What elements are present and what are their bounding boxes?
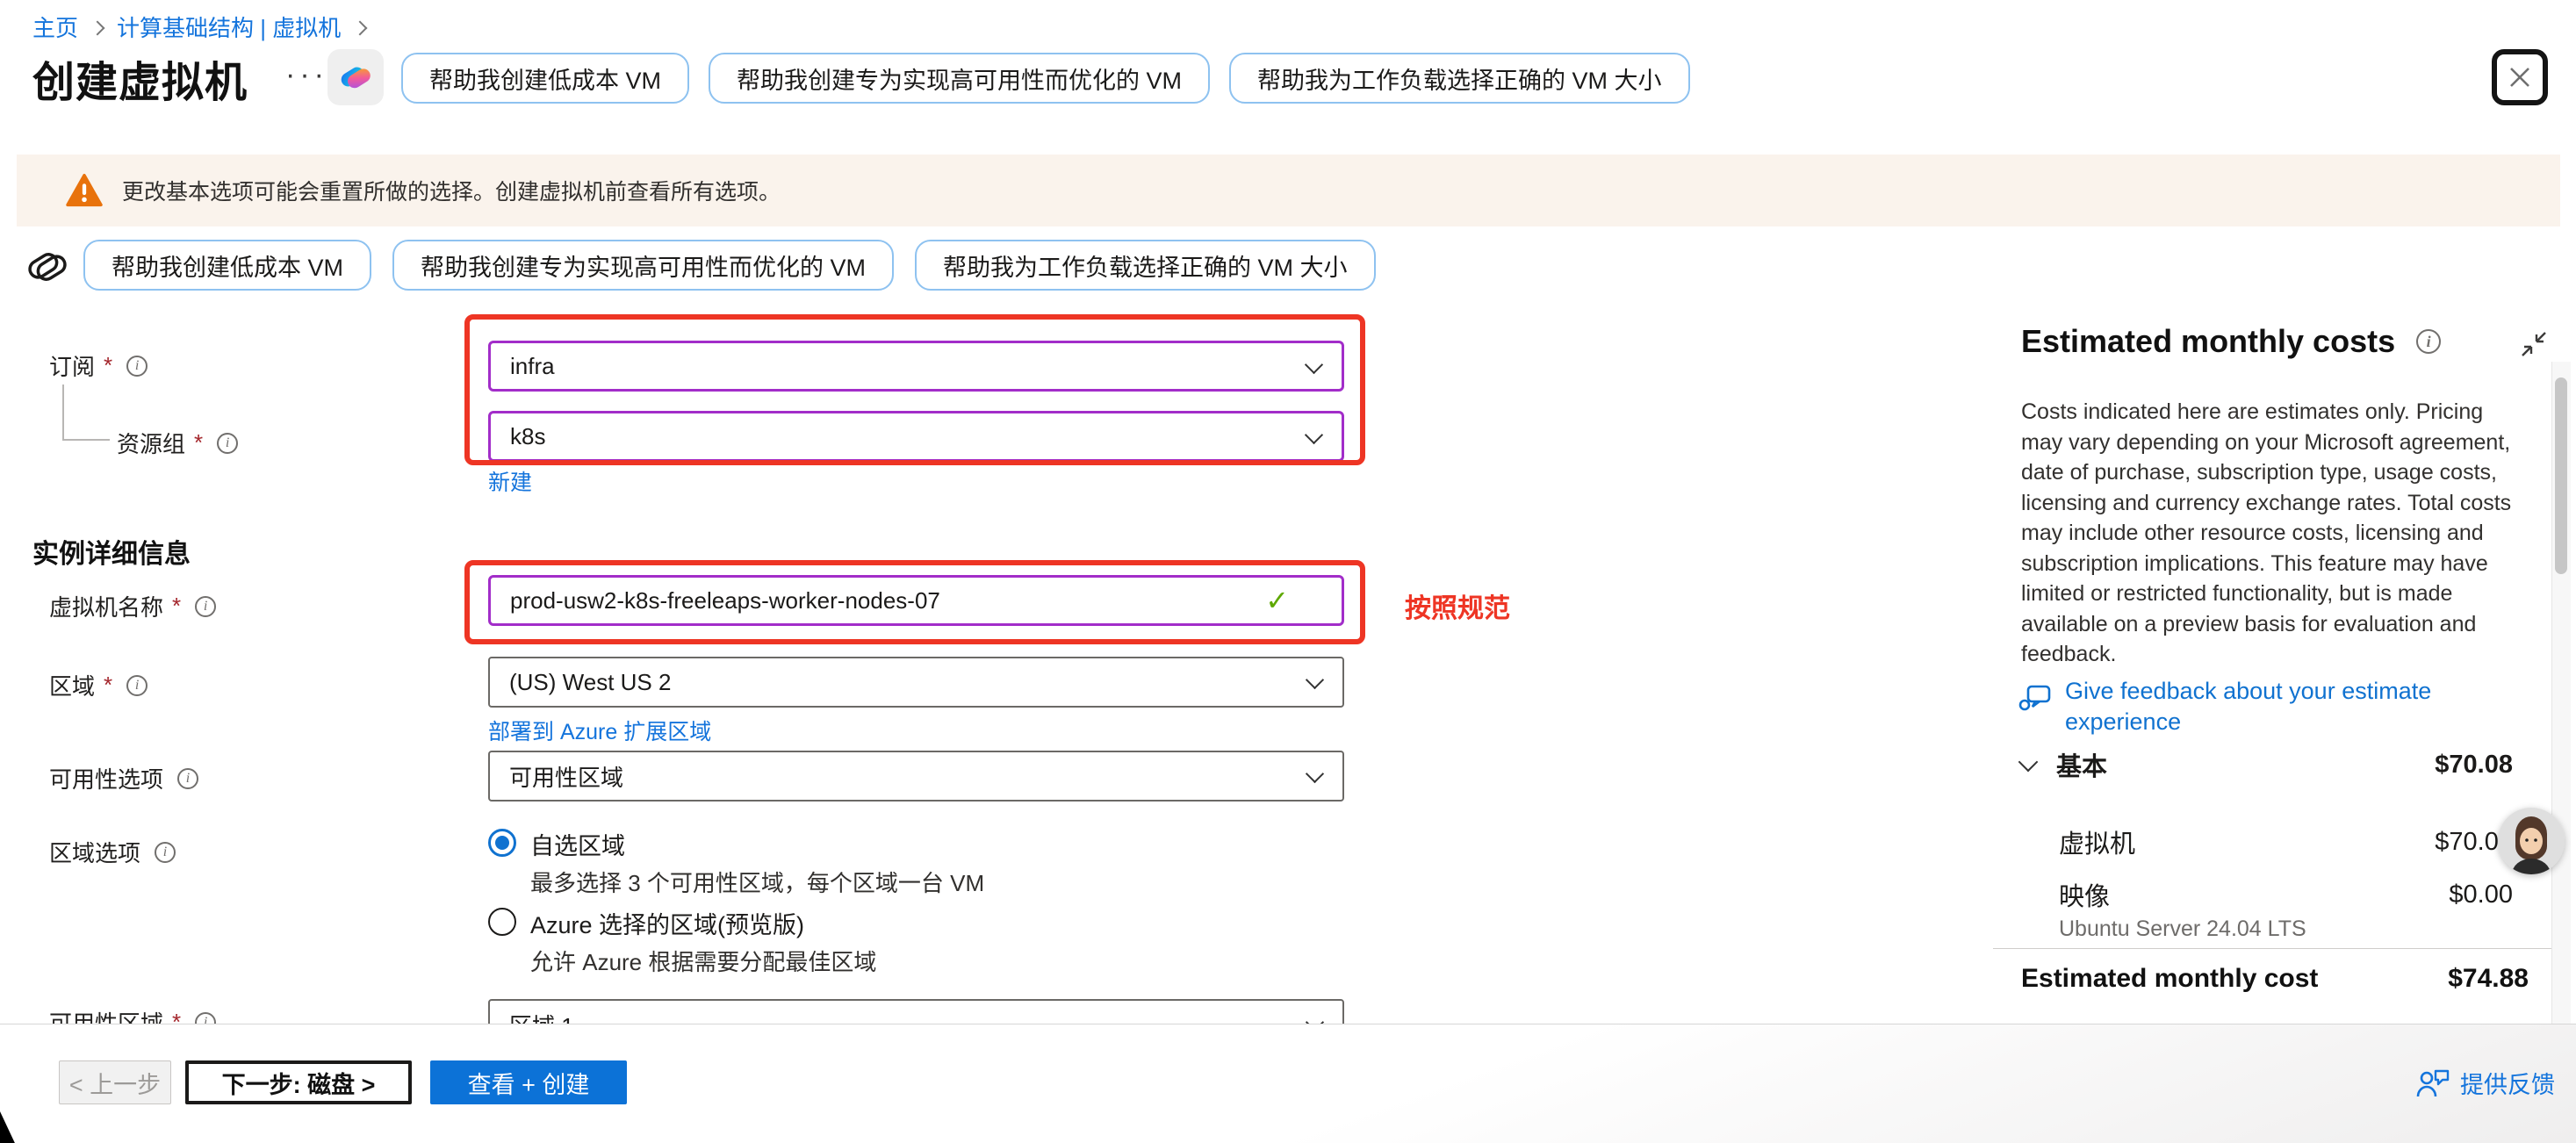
subscription-value: infra bbox=[510, 353, 555, 380]
divider bbox=[1993, 948, 2553, 949]
chevron-down-icon bbox=[1305, 426, 1323, 444]
required-mark: * bbox=[104, 672, 112, 699]
subscription-label: 订阅 * i bbox=[49, 349, 148, 382]
warning-banner: 更改基本选项可能会重置所做的选择。创建虚拟机前查看所有选项。 bbox=[17, 155, 2560, 226]
feedback-bubbles-icon bbox=[2018, 681, 2053, 716]
cost-item-value: $0.00 bbox=[2449, 881, 2513, 909]
region-value: (US) West US 2 bbox=[509, 669, 671, 696]
chevron-down-icon bbox=[1305, 356, 1323, 374]
breadcrumb-virtual-machines[interactable]: 计算基础结构 | 虚拟机 bbox=[117, 11, 341, 43]
total-label: Estimated monthly cost bbox=[2021, 964, 2318, 994]
vm-name-label: 虚拟机名称 * i bbox=[49, 590, 216, 622]
resource-group-label: 资源组 * i bbox=[117, 427, 238, 459]
collapse-panel-icon[interactable] bbox=[2518, 328, 2550, 360]
give-feedback-link[interactable]: 提供反馈 bbox=[2416, 1066, 2555, 1100]
suggest-right-vm-size-button[interactable]: 帮助我为工作负载选择正确的 VM 大小 bbox=[1229, 53, 1690, 104]
warning-text: 更改基本选项可能会重置所做的选择。创建虚拟机前查看所有选项。 bbox=[122, 175, 781, 206]
cost-group-value: $70.08 bbox=[2435, 751, 2513, 780]
suggest-high-availability-vm-button[interactable]: 帮助我创建专为实现高可用性而优化的 VM bbox=[709, 53, 1210, 104]
info-icon[interactable]: i bbox=[155, 842, 176, 863]
close-button[interactable] bbox=[2492, 49, 2548, 105]
instance-details-heading: 实例详细信息 bbox=[32, 532, 191, 571]
avatar-face bbox=[2498, 808, 2565, 874]
copilot-icon bbox=[336, 58, 375, 97]
estimate-feedback-link[interactable]: Give feedback about your estimate experi… bbox=[2018, 676, 2492, 737]
radio-azure-selected-zones-desc: 允许 Azure 根据需要分配最佳区域 bbox=[530, 945, 876, 977]
create-new-resource-group-link[interactable]: 新建 bbox=[488, 465, 532, 497]
header-copilot-suggestions: 帮助我创建低成本 VM 帮助我创建专为实现高可用性而优化的 VM 帮助我为工作负… bbox=[401, 53, 1690, 104]
resource-group-dropdown[interactable]: k8s bbox=[488, 411, 1344, 462]
tree-connector bbox=[62, 385, 64, 441]
annotation-note: 按照规范 bbox=[1405, 586, 1510, 625]
info-icon[interactable]: i bbox=[126, 675, 148, 696]
copilot-button[interactable] bbox=[327, 49, 384, 105]
suggest-right-vm-size-button-2[interactable]: 帮助我为工作负载选择正确的 VM 大小 bbox=[915, 240, 1376, 291]
deploy-extended-zone-link[interactable]: 部署到 Azure 扩展区域 bbox=[488, 715, 711, 746]
required-mark: * bbox=[172, 593, 181, 620]
subscription-dropdown[interactable]: infra bbox=[488, 341, 1344, 392]
chevron-down-icon[interactable] bbox=[2018, 752, 2039, 773]
cost-item-row: 映像 $0.00 bbox=[2059, 876, 2513, 913]
cost-item-name: 虚拟机 bbox=[2059, 823, 2135, 860]
info-icon[interactable]: i bbox=[126, 356, 148, 377]
estimated-monthly-cost-row: Estimated monthly cost $74.88 bbox=[2021, 964, 2529, 994]
vm-name-value: prod-usw2-k8s-freeleaps-worker-nodes-07 bbox=[510, 587, 940, 615]
info-icon[interactable]: i bbox=[177, 768, 198, 789]
resource-group-value: k8s bbox=[510, 423, 545, 450]
scrollbar-thumb[interactable] bbox=[2555, 377, 2567, 574]
breadcrumb: 主页 计算基础结构 | 虚拟机 bbox=[32, 11, 365, 43]
assistant-avatar[interactable] bbox=[2498, 808, 2565, 874]
close-icon bbox=[2505, 62, 2535, 92]
copilot-outline-icon bbox=[23, 242, 72, 291]
radio-selected-icon[interactable] bbox=[488, 829, 516, 857]
chevron-down-icon bbox=[1306, 765, 1324, 783]
next-disks-button[interactable]: 下一步: 磁盘 > bbox=[185, 1060, 412, 1104]
info-icon[interactable]: i bbox=[195, 596, 216, 617]
suggest-low-cost-vm-button-2[interactable]: 帮助我创建低成本 VM bbox=[83, 240, 371, 291]
previous-button[interactable]: < 上一步 bbox=[59, 1060, 171, 1104]
zone-options-label: 区域选项 i bbox=[49, 836, 176, 868]
availability-options-label: 可用性选项 i bbox=[49, 762, 198, 794]
chevron-right-icon bbox=[90, 20, 105, 35]
chevron-right-icon bbox=[353, 20, 368, 35]
radio-self-selected-zones-desc: 最多选择 3 个可用性区域，每个区域一台 VM bbox=[530, 866, 984, 898]
required-mark: * bbox=[194, 429, 203, 456]
total-value: $74.88 bbox=[2448, 964, 2529, 994]
availability-options-value: 可用性区域 bbox=[509, 760, 623, 793]
info-icon[interactable]: i bbox=[217, 433, 238, 454]
required-mark: * bbox=[104, 352, 112, 379]
review-create-button[interactable]: 查看 + 创建 bbox=[430, 1060, 627, 1104]
radio-self-selected-zones[interactable]: 自选区域 bbox=[488, 827, 625, 861]
suggest-low-cost-vm-button[interactable]: 帮助我创建低成本 VM bbox=[401, 53, 689, 104]
region-dropdown[interactable]: (US) West US 2 bbox=[488, 657, 1344, 708]
cost-item-row: 虚拟机 $70.08 bbox=[2059, 823, 2513, 860]
cost-group-row[interactable]: 基本 $70.08 bbox=[2021, 746, 2513, 783]
page-title: 创建虚拟机 bbox=[32, 47, 248, 109]
radio-unselected-icon[interactable] bbox=[488, 908, 516, 936]
inline-copilot-suggestions: 帮助我创建低成本 VM 帮助我创建专为实现高可用性而优化的 VM 帮助我为工作负… bbox=[83, 240, 1376, 291]
cost-panel-title: Estimated monthly costs i bbox=[2021, 323, 2441, 360]
create-vm-page: 主页 计算基础结构 | 虚拟机 创建虚拟机 ··· 帮助我创建低成本 VM 帮助… bbox=[0, 0, 2576, 1143]
radio-azure-selected-zones[interactable]: Azure 选择的区域(预览版) bbox=[488, 906, 804, 940]
person-feedback-icon bbox=[2416, 1068, 2450, 1098]
region-label: 区域 * i bbox=[49, 669, 148, 701]
tree-connector bbox=[62, 439, 110, 441]
vm-name-input[interactable]: prod-usw2-k8s-freeleaps-worker-nodes-07 … bbox=[488, 575, 1344, 626]
cost-group-name: 基本 bbox=[2056, 746, 2107, 783]
valid-check-icon: ✓ bbox=[1265, 584, 1289, 617]
warning-icon bbox=[66, 174, 103, 207]
cost-item-name: 映像 bbox=[2059, 876, 2110, 913]
suggest-high-availability-vm-button-2[interactable]: 帮助我创建专为实现高可用性而优化的 VM bbox=[392, 240, 894, 291]
cost-panel-description: Costs indicated here are estimates only.… bbox=[2021, 397, 2518, 670]
availability-options-dropdown[interactable]: 可用性区域 bbox=[488, 751, 1344, 802]
chevron-down-icon bbox=[1306, 671, 1324, 689]
breadcrumb-home[interactable]: 主页 bbox=[32, 11, 78, 43]
more-options-button[interactable]: ··· bbox=[285, 58, 328, 92]
info-icon[interactable]: i bbox=[2416, 329, 2441, 354]
cost-item-subtitle: Ubuntu Server 24.04 LTS bbox=[2059, 917, 2306, 942]
